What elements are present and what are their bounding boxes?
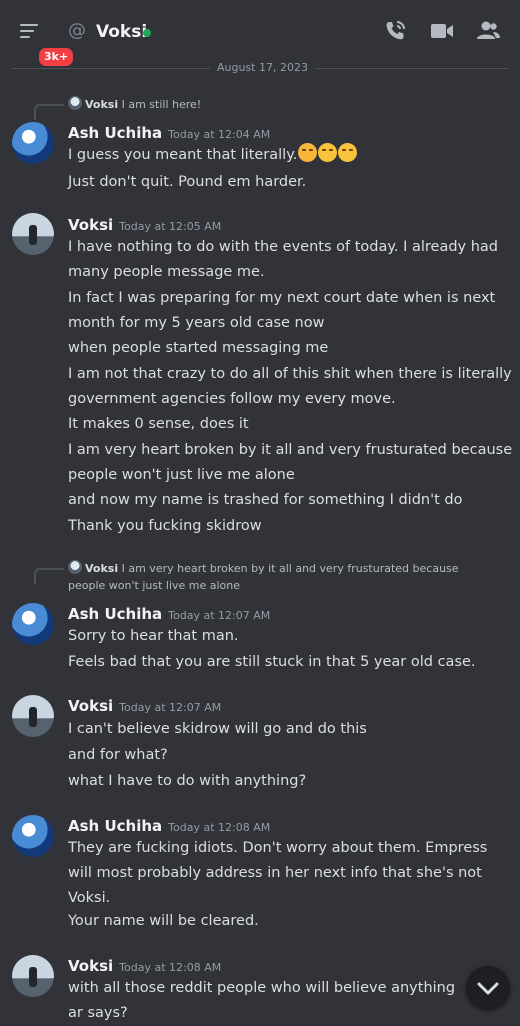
reply-avatar [68, 560, 82, 574]
message-line: I guess you meant that literally. [68, 143, 513, 168]
message-author[interactable]: Ash Uchiha Today at 12:07 AM [68, 605, 270, 623]
avatar[interactable] [12, 122, 54, 164]
channel-header: 3k+ @ Voksi [0, 0, 520, 68]
members-icon[interactable] [475, 18, 501, 44]
channel-name[interactable]: Voksi [96, 22, 147, 42]
message-author[interactable]: Voksi Today at 12:05 AM [68, 216, 221, 234]
reply-text: I am still here! [121, 98, 202, 111]
message-line: Thank you fucking skidrow [68, 518, 262, 534]
message-line: Feels bad that you are still stuck in th… [68, 654, 476, 670]
message-line: when people started messaging me [68, 340, 329, 356]
message-timestamp: Today at 12:04 AM [168, 128, 271, 141]
avatar[interactable] [12, 695, 54, 737]
reply-text: I am very heart broken by it all and ver… [68, 562, 459, 592]
avatar[interactable] [12, 955, 54, 997]
message-author[interactable]: Ash Uchiha Today at 12:04 AM [68, 124, 270, 142]
author-name[interactable]: Voksi [68, 957, 113, 975]
chevron-down-icon [477, 982, 499, 995]
message-line: I have nothing to do with the events of … [68, 239, 499, 280]
message-line: In fact I was preparing for my next cour… [68, 290, 496, 331]
reply-connector [34, 568, 64, 584]
message-line: It makes 0 sense, does it [68, 416, 249, 432]
message-timestamp: Today at 12:08 AM [119, 961, 222, 974]
author-name[interactable]: Ash Uchiha [68, 817, 162, 835]
message-line: I am very heart broken by it all and ver… [68, 442, 513, 483]
avatar[interactable] [12, 815, 54, 857]
reply-preview[interactable]: Voksi I am still here! [68, 96, 498, 113]
avatar[interactable] [12, 213, 54, 255]
author-name[interactable]: Voksi [68, 697, 113, 715]
message-author[interactable]: Ash Uchiha Today at 12:08 AM [68, 817, 270, 835]
jump-to-bottom-button[interactable] [466, 966, 510, 1010]
message-line: Sorry to hear that man. [68, 628, 239, 644]
unread-badge: 3k+ [37, 46, 76, 68]
menu-icon [20, 24, 38, 42]
at-icon: @ [68, 20, 86, 41]
reply-preview[interactable]: Voksi I am very heart broken by it all a… [68, 560, 498, 594]
reply-avatar [68, 96, 82, 110]
flushed-face-emoji [298, 143, 318, 162]
message-timestamp: Today at 12:08 AM [168, 821, 271, 834]
message-line: with all those reddit people who will be… [68, 980, 456, 1021]
message-line: Your name will be cleared. [68, 913, 259, 929]
message-timestamp: Today at 12:05 AM [119, 220, 222, 233]
message-line: I am not that crazy to do all of this sh… [68, 366, 512, 407]
message-author[interactable]: Voksi Today at 12:08 AM [68, 957, 221, 975]
grinning-squinting-face-emoji [338, 143, 358, 162]
date-divider: August 17, 2023 [210, 61, 315, 74]
video-call-icon[interactable] [429, 18, 455, 44]
message-line: I can't believe skidrow will go and do t… [68, 721, 367, 737]
message-timestamp: Today at 12:07 AM [168, 609, 271, 622]
message-text: I guess you meant that literally. [68, 147, 298, 163]
avatar[interactable] [12, 603, 54, 645]
reply-author: Voksi [85, 98, 119, 111]
message-line: Just don't quit. Pound em harder. [68, 174, 307, 190]
message-line: and for what? [68, 747, 168, 763]
menu-button[interactable]: 3k+ [14, 18, 76, 68]
author-name[interactable]: Ash Uchiha [68, 605, 162, 623]
reply-author: Voksi [85, 562, 119, 575]
online-status-dot [143, 29, 151, 37]
author-name[interactable]: Ash Uchiha [68, 124, 162, 142]
reply-connector [34, 104, 64, 120]
message-author[interactable]: Voksi Today at 12:07 AM [68, 697, 221, 715]
message-line: They are fucking idiots. Don't worry abo… [68, 840, 488, 906]
grinning-squinting-face-emoji [318, 143, 338, 162]
message-timestamp: Today at 12:07 AM [119, 701, 222, 714]
author-name[interactable]: Voksi [68, 216, 113, 234]
phone-call-icon[interactable] [382, 18, 408, 44]
message-line: and now my name is trashed for something… [68, 492, 463, 508]
message-line: what I have to do with anything? [68, 773, 307, 789]
